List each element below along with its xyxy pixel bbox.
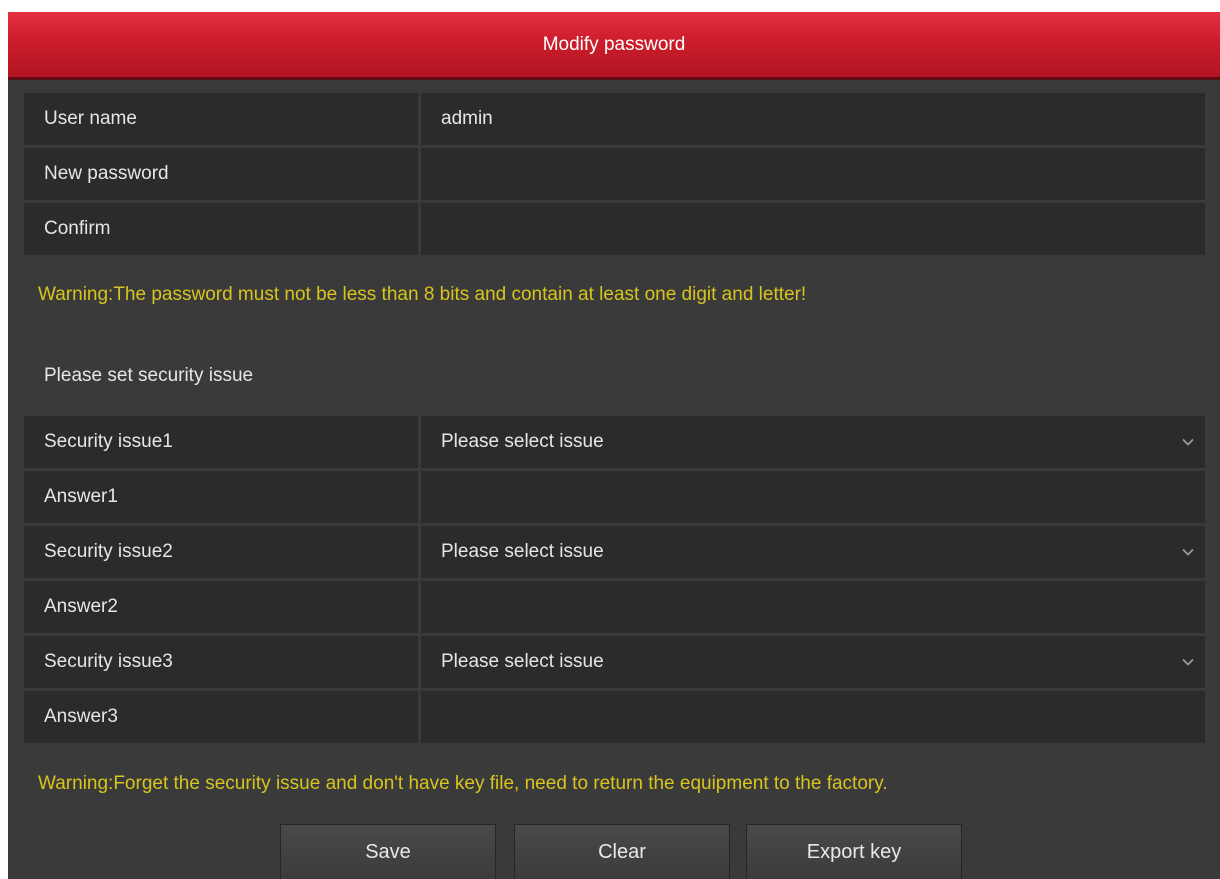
save-button[interactable]: Save bbox=[280, 824, 496, 879]
username-row: User name admin bbox=[24, 93, 1205, 145]
security-issue-row-2: Security issue2 Please select issue bbox=[24, 526, 1205, 578]
new-password-label: New password bbox=[24, 148, 418, 200]
factory-warning: Warning:Forget the security issue and do… bbox=[38, 773, 888, 794]
answer-row-1: Answer1 bbox=[24, 471, 1205, 523]
answer-label-1: Answer1 bbox=[24, 471, 418, 523]
security-issue-value-1: Please select issue bbox=[441, 431, 604, 452]
modify-password-dialog: Modify password User name admin New pass… bbox=[8, 12, 1220, 879]
username-field[interactable]: admin bbox=[421, 93, 1205, 145]
security-issue-label-3: Security issue3 bbox=[24, 636, 418, 688]
clear-button[interactable]: Clear bbox=[514, 824, 730, 879]
confirm-password-field[interactable] bbox=[421, 203, 1205, 255]
answer-field-2[interactable] bbox=[421, 581, 1205, 633]
answer-label-3: Answer3 bbox=[24, 691, 418, 743]
security-issue-value-2: Please select issue bbox=[441, 541, 604, 562]
security-issue-row-1: Security issue1 Please select issue bbox=[24, 416, 1205, 468]
security-section-label: Please set security issue bbox=[44, 365, 254, 386]
security-issue-row-3: Security issue3 Please select issue bbox=[24, 636, 1205, 688]
security-issue-value-3: Please select issue bbox=[441, 651, 604, 672]
password-warning: Warning:The password must not be less th… bbox=[38, 284, 807, 305]
security-issue-select-2[interactable]: Please select issue bbox=[421, 526, 1205, 578]
chevron-down-icon bbox=[1182, 438, 1194, 446]
export-key-button[interactable]: Export key bbox=[746, 824, 962, 879]
dialog-header: Modify password bbox=[8, 12, 1220, 80]
answer-label-2: Answer2 bbox=[24, 581, 418, 633]
security-issue-select-1[interactable]: Please select issue bbox=[421, 416, 1205, 468]
chevron-down-icon bbox=[1182, 548, 1194, 556]
confirm-label: Confirm bbox=[24, 203, 418, 255]
security-issue-select-3[interactable]: Please select issue bbox=[421, 636, 1205, 688]
security-issue-label-2: Security issue2 bbox=[24, 526, 418, 578]
username-label: User name bbox=[24, 93, 418, 145]
answer-row-2: Answer2 bbox=[24, 581, 1205, 633]
answer-row-3: Answer3 bbox=[24, 691, 1205, 743]
answer-field-3[interactable] bbox=[421, 691, 1205, 743]
dialog-title: Modify password bbox=[542, 33, 686, 55]
confirm-row: Confirm bbox=[24, 203, 1205, 255]
new-password-row: New password bbox=[24, 148, 1205, 200]
security-issue-label-1: Security issue1 bbox=[24, 416, 418, 468]
answer-field-1[interactable] bbox=[421, 471, 1205, 523]
new-password-field[interactable] bbox=[421, 148, 1205, 200]
chevron-down-icon bbox=[1182, 658, 1194, 666]
